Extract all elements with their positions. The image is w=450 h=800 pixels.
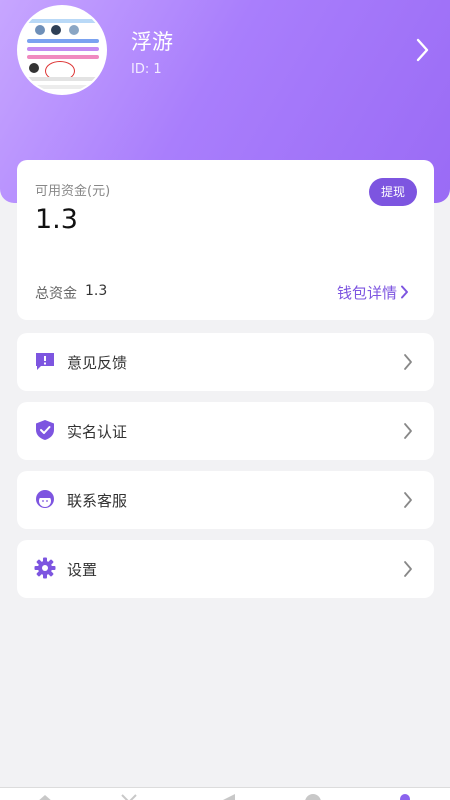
message-tab-icon[interactable] xyxy=(304,793,322,800)
send-tab-icon[interactable] xyxy=(218,793,236,800)
chevron-right-icon xyxy=(404,423,412,439)
profile-tab-icon[interactable] xyxy=(396,793,414,800)
avatar-thumb-dot xyxy=(35,25,45,35)
avatar-thumb-bar xyxy=(27,19,99,23)
avatar-thumb-bar xyxy=(27,47,99,51)
withdraw-button[interactable]: 提现 xyxy=(369,178,417,206)
menu-item-label: 联系客服 xyxy=(67,492,128,510)
customer-service-icon xyxy=(36,490,54,508)
wallet-card: 可用资金(元) 1.3 提现 总资金 1.3 钱包详情 xyxy=(17,160,434,320)
home-tab-icon[interactable] xyxy=(36,793,54,800)
menu-item-label: 实名认证 xyxy=(67,423,128,441)
discover-tab-icon[interactable] xyxy=(120,793,138,800)
avatar-thumb-bar xyxy=(27,77,99,81)
chevron-right-icon xyxy=(401,285,409,299)
avatar-thumb-bar xyxy=(27,39,99,43)
user-id: ID: 1 xyxy=(131,62,162,77)
user-name: 浮游 xyxy=(131,30,173,54)
avatar-thumb-dot xyxy=(29,63,39,73)
available-funds-label: 可用资金(元) xyxy=(35,184,111,199)
avatar-thumb-bar xyxy=(27,55,99,59)
menu-item-verification[interactable]: 实名认证 xyxy=(17,402,434,460)
menu-item-label: 意见反馈 xyxy=(67,354,128,372)
menu-item-label: 设置 xyxy=(67,561,98,579)
avatar-thumb-dot xyxy=(51,25,61,35)
chevron-right-icon xyxy=(404,354,412,370)
menu-item-customer-service[interactable]: 联系客服 xyxy=(17,471,434,529)
chevron-right-icon[interactable] xyxy=(410,36,434,64)
total-funds-label: 总资金 xyxy=(35,286,77,302)
chevron-right-icon xyxy=(404,561,412,577)
wallet-detail-link[interactable]: 钱包详情 xyxy=(337,281,409,303)
avatar-thumb-dot xyxy=(69,25,79,35)
menu-item-settings[interactable]: 设置 xyxy=(17,540,434,598)
bottom-tab-bar xyxy=(0,787,450,800)
feedback-icon xyxy=(36,353,54,370)
chevron-right-icon xyxy=(404,492,412,508)
menu-item-feedback[interactable]: 意见反馈 xyxy=(17,333,434,391)
avatar[interactable] xyxy=(17,5,107,95)
gear-icon xyxy=(34,557,56,579)
shield-check-icon xyxy=(36,420,54,440)
wallet-detail-label: 钱包详情 xyxy=(337,283,398,302)
avatar-thumb-bar xyxy=(27,85,99,89)
available-funds-amount: 1.3 xyxy=(35,204,78,235)
total-funds-value: 1.3 xyxy=(85,283,108,299)
